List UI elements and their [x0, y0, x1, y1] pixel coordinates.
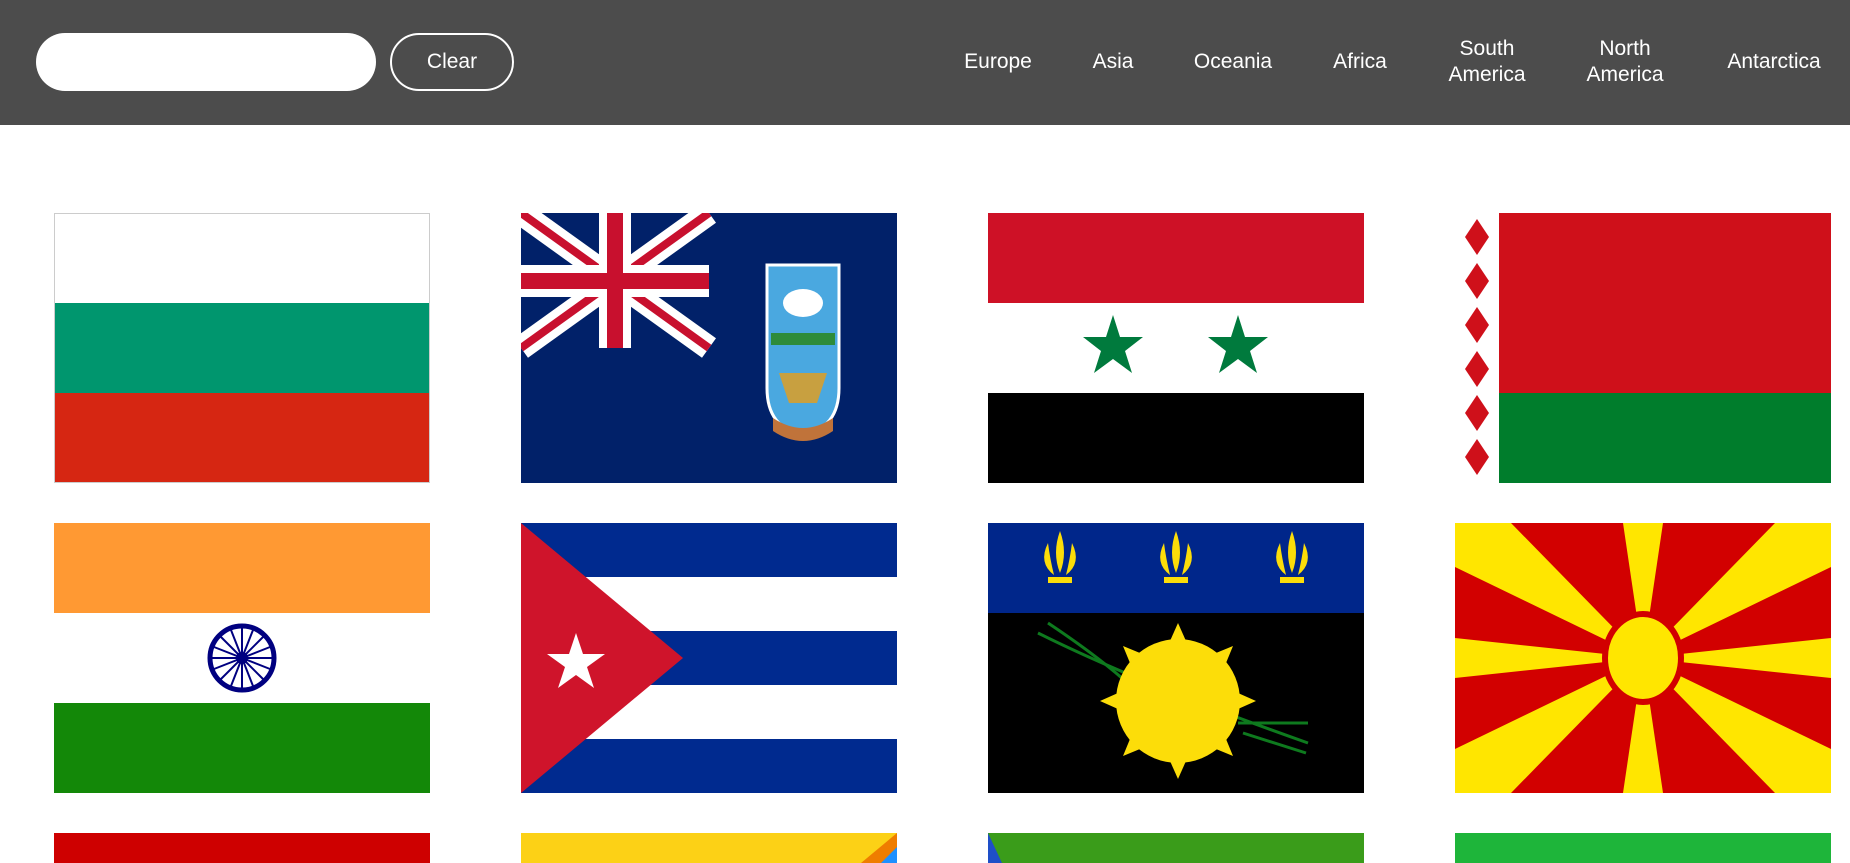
region-link-antarctica[interactable]: Antarctica: [1714, 35, 1834, 89]
partial-flag-green-icon[interactable]: [988, 833, 1364, 863]
region-link-asia[interactable]: Asia: [1078, 35, 1148, 89]
belarus-flag-icon[interactable]: [1455, 213, 1831, 483]
region-link-south-america[interactable]: South America: [1437, 35, 1537, 89]
bulgaria-flag-icon[interactable]: [54, 213, 430, 483]
partial-flag-red-icon[interactable]: [54, 833, 430, 863]
search-input[interactable]: [36, 33, 376, 91]
top-nav-bar: Clear Europe Asia Oceania Africa South A…: [0, 0, 1850, 125]
region-link-africa[interactable]: Africa: [1320, 35, 1400, 89]
cuba-flag-icon[interactable]: [521, 523, 897, 793]
region-link-oceania[interactable]: Oceania: [1186, 35, 1280, 89]
north-macedonia-flag-icon[interactable]: [1455, 523, 1831, 793]
partial-flag-yellow-icon[interactable]: [521, 833, 897, 863]
guadeloupe-flag-icon[interactable]: [988, 523, 1364, 793]
clear-button[interactable]: Clear: [390, 33, 514, 91]
partial-flag-lightgreen-icon[interactable]: [1455, 833, 1831, 863]
falkland-islands-flag-icon[interactable]: [521, 213, 897, 483]
syria-flag-icon[interactable]: [988, 213, 1364, 483]
india-flag-icon[interactable]: [54, 523, 430, 793]
region-link-europe[interactable]: Europe: [950, 35, 1046, 89]
region-link-north-america[interactable]: North America: [1575, 35, 1675, 89]
